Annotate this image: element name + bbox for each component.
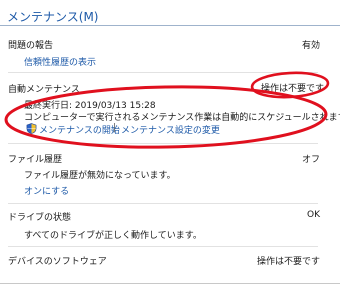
auto-maintenance-status: 操作は不要です xyxy=(260,84,324,94)
drive-status-description: すべてのドライブが正しく動作しています。 xyxy=(24,231,202,241)
drive-status-value: OK xyxy=(307,210,320,220)
section-divider xyxy=(8,72,318,73)
reliability-history-link[interactable]: 信頼性履歴の表示 xyxy=(24,55,96,68)
header-divider xyxy=(0,25,340,26)
file-history-status: オフ xyxy=(301,155,320,165)
link-divider: | xyxy=(113,123,117,133)
device-software-status: 操作は不要です xyxy=(256,257,320,267)
section-divider xyxy=(8,246,318,247)
section-divider xyxy=(8,143,318,144)
turn-on-file-history-link[interactable]: オンにする xyxy=(24,184,69,197)
auto-maintenance-label: 自動メンテナンス xyxy=(8,85,80,95)
file-history-description: ファイル履歴が無効になっています。 xyxy=(24,171,176,181)
start-maintenance-link[interactable]: メンテナンスの開始 xyxy=(39,123,120,136)
uac-shield-icon xyxy=(26,123,37,134)
footer-divider xyxy=(0,283,340,284)
problem-reports-status: 有効 xyxy=(301,41,320,51)
file-history-label: ファイル履歴 xyxy=(8,155,63,165)
section-divider xyxy=(8,203,318,204)
problem-reports-label: 問題の報告 xyxy=(8,41,54,51)
auto-maintenance-description: コンピューターで実行されるメンテナンス作業は自動的にスケジュールされます。 xyxy=(24,113,340,123)
maintenance-settings-link[interactable]: メンテナンス設定の変更 xyxy=(121,123,220,136)
section-title[interactable]: メンテナンス(M) xyxy=(7,8,98,25)
drive-status-label: ドライブの状態 xyxy=(8,213,72,223)
device-software-label: デバイスのソフトウェア xyxy=(8,257,107,267)
